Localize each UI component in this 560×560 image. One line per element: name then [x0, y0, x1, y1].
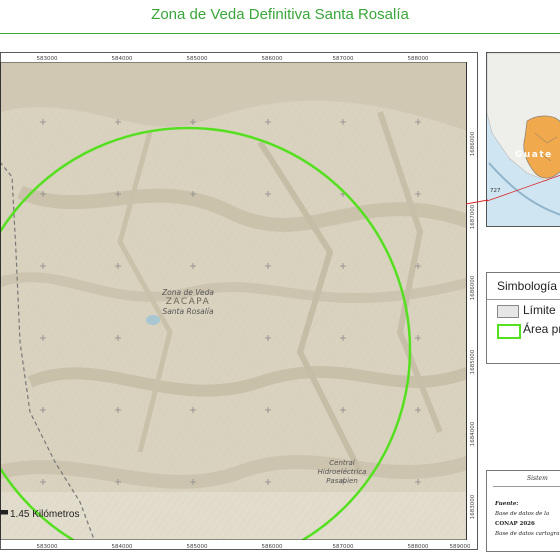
title-divider — [0, 33, 560, 34]
source-fuente: Fuente: — [495, 501, 519, 507]
source-divider — [493, 486, 560, 487]
coord-right-2: 1686000 — [470, 275, 476, 300]
source-line-2: CONAP 2026 — [495, 521, 535, 527]
label-central: Central — [329, 459, 355, 467]
legend-panel: Simbología Límite Área pr — [486, 272, 560, 364]
coord-top-0: 583000 — [37, 56, 58, 62]
coord-bottom-5: 588000 — [408, 544, 429, 550]
map-title: Zona de Veda Definitiva Santa Rosalía — [151, 6, 409, 23]
coord-right-1: 1687000 — [470, 204, 476, 229]
source-line-3: Base de datos cartogra — [495, 531, 560, 537]
coord-top-5: 588000 — [408, 56, 429, 62]
scale-bar — [0, 510, 8, 515]
legend-label-area: Área pr — [523, 322, 560, 336]
coord-right-4: 1684000 — [470, 421, 476, 446]
inset-label-guate: Guate — [515, 150, 553, 160]
location-inset[interactable]: Guate 727 — [486, 52, 560, 227]
legend-title: Simbología — [497, 279, 558, 293]
coord-right-5: 1683000 — [470, 494, 476, 519]
label-santa-rosalia: Santa Rosalía — [162, 307, 214, 316]
label-department: ZACAPA — [166, 297, 211, 307]
leader-line-main — [466, 199, 488, 205]
label-hidroelectrica: Hidroeléctrica — [318, 468, 367, 476]
inset-map: Guate 727 — [487, 53, 560, 226]
coord-top-2: 585000 — [187, 56, 208, 62]
coord-right-0: 1686000 — [470, 131, 476, 156]
coord-bottom-0: 583000 — [37, 544, 58, 550]
coord-bottom-6: 589000 — [450, 544, 471, 550]
water-body — [146, 315, 160, 325]
coord-bottom-3: 586000 — [262, 544, 283, 550]
coord-top-4: 587000 — [333, 56, 354, 62]
label-pasabien: Pasabien — [326, 477, 358, 485]
legend-divider — [487, 299, 560, 300]
coord-bottom-4: 587000 — [333, 544, 354, 550]
coord-bottom-1: 584000 — [112, 544, 133, 550]
legend-swatch-area — [497, 324, 521, 339]
coord-bottom-2: 585000 — [187, 544, 208, 550]
coord-right-3: 1685000 — [470, 349, 476, 374]
source-heading: Sistem — [527, 475, 548, 482]
label-zona-de-veda: Zona de Veda — [161, 288, 214, 297]
inset-label-num: 727 — [490, 188, 501, 194]
source-line-1: Base de datos de la — [495, 511, 550, 517]
coord-top-3: 586000 — [262, 56, 283, 62]
coord-top-1: 584000 — [112, 56, 133, 62]
scale-bar-label: 1.45 Kilómetros — [10, 509, 80, 520]
main-map[interactable]: Zona de Veda ZACAPA Santa Rosalía Centra… — [0, 52, 478, 550]
legend-label-limite: Límite — [523, 303, 556, 317]
source-panel: Sistem Fuente: Base de datos de la CONAP… — [486, 470, 560, 552]
legend-swatch-limite — [497, 305, 519, 318]
